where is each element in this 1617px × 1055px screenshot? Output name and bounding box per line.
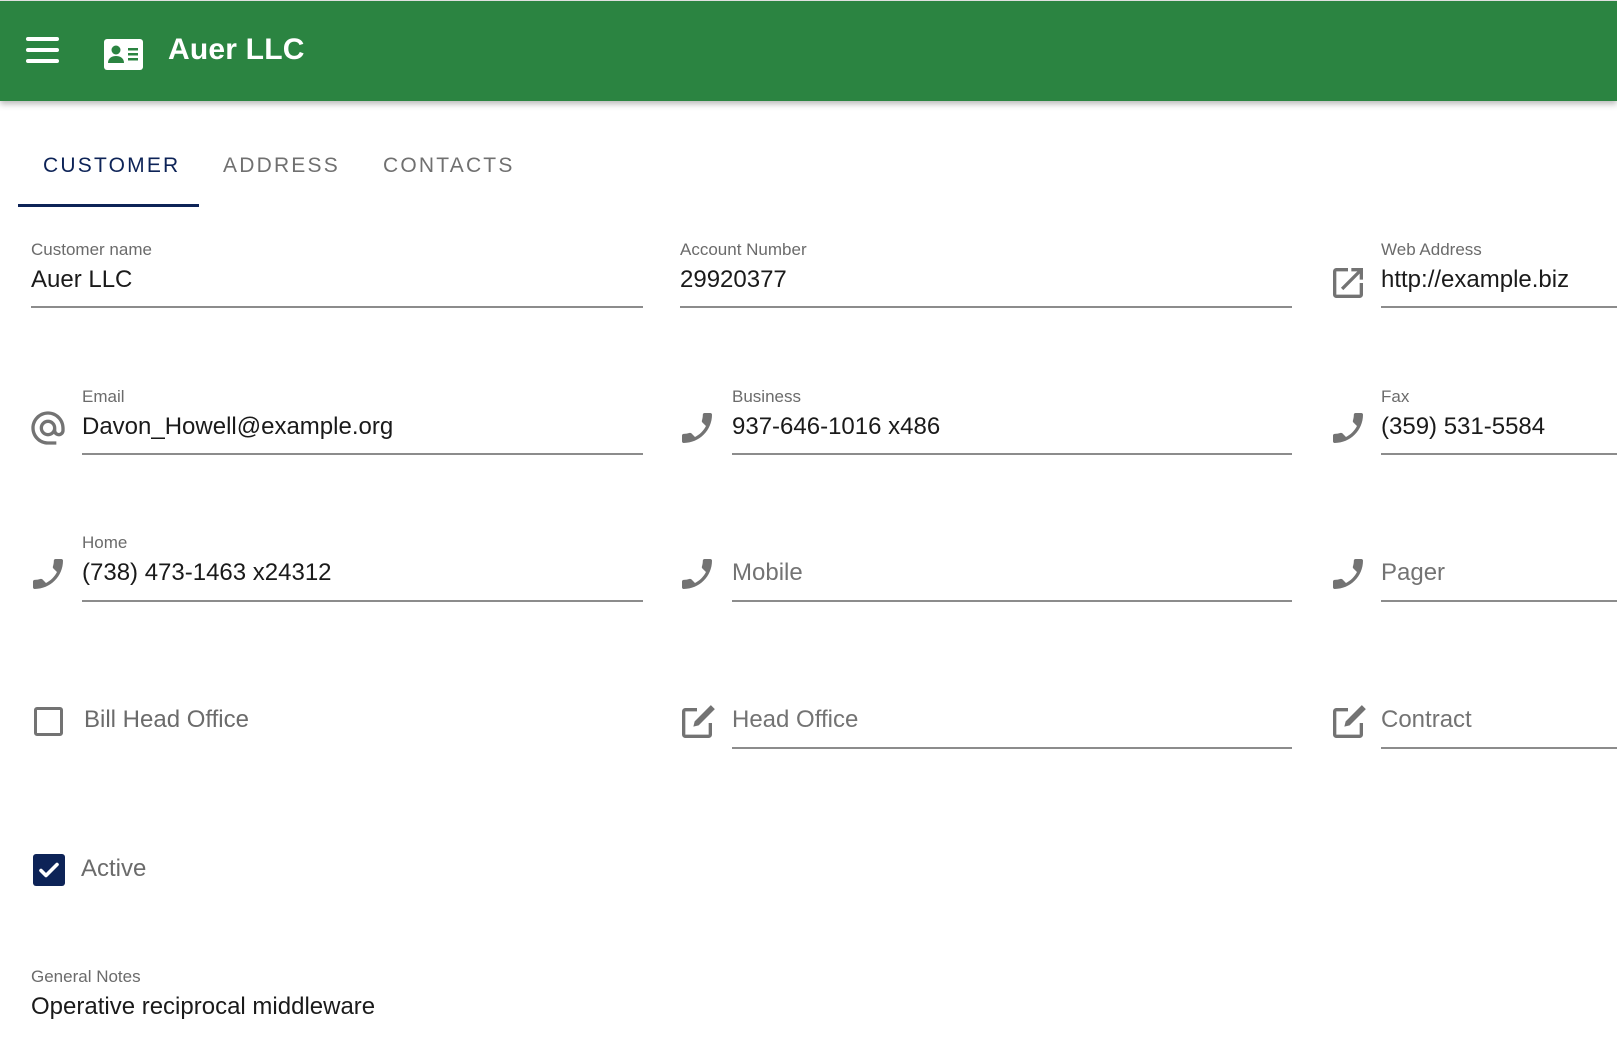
account-number-input[interactable]: 29920377 bbox=[680, 266, 787, 294]
mobile-phone-input[interactable]: Mobile bbox=[732, 559, 803, 587]
checkbox-unchecked-icon[interactable] bbox=[34, 707, 63, 736]
web-address-label: Web Address bbox=[1381, 240, 1482, 259]
fax-underline bbox=[1381, 453, 1617, 455]
pager-underline bbox=[1381, 600, 1617, 602]
home-phone-input[interactable]: (738) 473-1463 x24312 bbox=[82, 559, 332, 587]
hamburger-line bbox=[26, 48, 59, 52]
email-label: Email bbox=[82, 387, 125, 406]
phone-icon bbox=[677, 554, 717, 594]
tab-contacts[interactable]: CONTACTS bbox=[383, 154, 515, 178]
head-office-underline bbox=[732, 747, 1292, 749]
customer-name-input[interactable]: Auer LLC bbox=[31, 266, 132, 294]
head-office-input[interactable]: Head Office bbox=[732, 706, 858, 734]
contract-underline bbox=[1381, 747, 1617, 749]
web-address-underline bbox=[1381, 306, 1617, 308]
tab-address[interactable]: ADDRESS bbox=[223, 154, 340, 178]
edit-icon[interactable] bbox=[677, 703, 717, 743]
business-phone-label: Business bbox=[732, 387, 801, 406]
at-sign-icon bbox=[28, 408, 68, 448]
email-input[interactable]: Davon_Howell@example.org bbox=[82, 413, 393, 441]
bill-head-office-label: Bill Head Office bbox=[84, 706, 249, 733]
menu-button[interactable] bbox=[22, 31, 64, 71]
general-notes-label: General Notes bbox=[31, 967, 141, 986]
account-number-underline bbox=[680, 306, 1292, 308]
contact-card-icon bbox=[104, 39, 143, 70]
fax-label: Fax bbox=[1381, 387, 1410, 406]
customer-name-label: Customer name bbox=[31, 240, 152, 259]
mobile-phone-underline bbox=[732, 600, 1292, 602]
hamburger-line bbox=[26, 59, 59, 63]
home-phone-label: Home bbox=[82, 533, 128, 552]
account-number-label: Account Number bbox=[680, 240, 807, 259]
checkbox-checked-icon[interactable] bbox=[33, 854, 65, 886]
phone-icon bbox=[1328, 408, 1368, 448]
web-address-input[interactable]: http://example.biz bbox=[1381, 266, 1569, 294]
business-phone-underline bbox=[732, 453, 1292, 455]
phone-icon bbox=[28, 554, 68, 594]
edit-icon[interactable] bbox=[1328, 703, 1368, 743]
app-bar: Auer LLC bbox=[0, 0, 1617, 101]
general-notes-input[interactable]: Operative reciprocal middleware bbox=[31, 993, 375, 1021]
pager-input[interactable]: Pager bbox=[1381, 559, 1445, 587]
customer-name-underline bbox=[31, 306, 643, 308]
active-tab-indicator bbox=[18, 204, 199, 207]
phone-icon bbox=[677, 408, 717, 448]
business-phone-input[interactable]: 937-646-1016 x486 bbox=[732, 413, 940, 441]
home-phone-underline bbox=[82, 600, 643, 602]
email-underline bbox=[82, 453, 643, 455]
external-link-icon[interactable] bbox=[1328, 263, 1368, 303]
fax-input[interactable]: (359) 531-5584 bbox=[1381, 413, 1545, 441]
page-title: Auer LLC bbox=[168, 33, 305, 66]
active-label: Active bbox=[81, 855, 147, 882]
contract-input[interactable]: Contract bbox=[1381, 706, 1472, 734]
phone-icon bbox=[1328, 554, 1368, 594]
tab-customer[interactable]: CUSTOMER bbox=[43, 154, 180, 178]
hamburger-menu-icon bbox=[26, 37, 59, 41]
